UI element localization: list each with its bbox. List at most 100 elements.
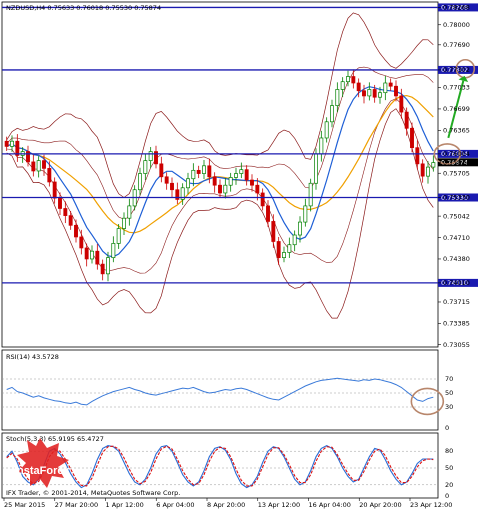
candle-body	[330, 105, 334, 123]
candle-body	[148, 151, 153, 161]
candle-body	[170, 182, 174, 191]
stoch-level-label: 80	[445, 447, 453, 455]
candle-body	[31, 161, 36, 172]
candle-body	[271, 221, 276, 242]
chart-background	[0, 0, 480, 510]
time-tick-label: 27 Mar 20:00	[55, 501, 98, 509]
price-tick-label: 0.75874	[443, 159, 470, 167]
candle-body	[79, 236, 84, 249]
price-tick-label: 0.75705	[443, 169, 470, 177]
price-tick-label: 0.74710	[443, 234, 470, 242]
candle-body	[63, 208, 68, 216]
candle-body	[335, 89, 340, 106]
rsi-level-label: 50	[445, 389, 453, 397]
candle-body	[250, 179, 254, 186]
time-tick-label: 23 Apr 12:00	[410, 501, 452, 509]
candle-body	[191, 169, 196, 180]
candle-body	[100, 263, 105, 275]
candle-body	[207, 165, 212, 178]
logo-text: InstaForex	[14, 465, 71, 477]
candle-body	[282, 252, 286, 259]
price-tick-label: 0.78000	[443, 21, 470, 29]
candle-body	[410, 127, 414, 149]
candle-body	[4, 140, 9, 147]
candle-body	[26, 151, 30, 163]
candle-body	[68, 215, 73, 226]
candle-body	[111, 243, 116, 259]
candle-body	[399, 95, 404, 113]
candle-body	[420, 163, 425, 177]
candle-body	[372, 89, 377, 98]
candle-body	[292, 234, 297, 246]
time-tick-label: 8 Apr 20:00	[207, 501, 245, 509]
price-tick-label: 0.74380	[443, 255, 470, 263]
candle-body	[378, 92, 382, 98]
candle-body	[138, 173, 142, 191]
candle-body	[116, 228, 121, 244]
price-tick-label: 0.73385	[443, 320, 470, 328]
candle-body	[388, 82, 393, 87]
stoch-level-label: 0	[445, 492, 449, 500]
candle-body	[346, 76, 350, 83]
candle-body	[106, 257, 110, 275]
rsi-level-label: 30	[445, 403, 453, 411]
symbol-header: NZDUSD,H4 0.75633 0.76018 0.75530 0.7587…	[6, 4, 161, 12]
rsi-level-label: 70	[445, 375, 453, 383]
price-tick-label: 0.74010	[443, 279, 470, 287]
price-tick-label: 0.75330	[443, 194, 470, 202]
candle-body	[356, 82, 361, 92]
candle-body	[308, 182, 313, 207]
candle-body	[244, 169, 249, 181]
candle-body	[36, 160, 41, 172]
candle-body	[324, 121, 329, 139]
forex-chart: 0.78268 0.77302 0.76004 0.75330 0.74010 0.758…	[0, 0, 480, 510]
time-tick-label: 25 Mar 2015	[4, 501, 45, 509]
stoch-label: Stoch(5,3,3) 65.9195 65.4727	[6, 435, 104, 443]
candle-body	[84, 247, 89, 260]
footer-copyright: IFX Trader, © 2001-2014, MetaQuotes Soft…	[6, 489, 180, 497]
time-tick-label: 20 Apr 20:00	[359, 501, 401, 509]
candle-body	[74, 224, 78, 238]
candle-body	[127, 205, 132, 219]
candle-body	[404, 111, 409, 129]
candle-body	[298, 221, 302, 236]
candle-body	[212, 176, 217, 186]
rsi-level-label: 0	[445, 424, 449, 432]
candle-body	[95, 250, 100, 265]
price-tick-label: 0.73055	[443, 341, 470, 349]
candle-body	[314, 153, 318, 184]
candle-body	[223, 184, 228, 194]
candle-body	[383, 82, 388, 94]
candle-body	[394, 85, 398, 97]
candle-body	[143, 160, 148, 174]
candle-body	[234, 173, 238, 178]
time-tick-label: 13 Apr 12:00	[258, 501, 300, 509]
price-tick-label: 0.77690	[443, 41, 470, 49]
candle-body	[202, 165, 206, 174]
price-tick-label: 0.76699	[443, 105, 470, 113]
candle-body	[159, 163, 164, 178]
candle-body	[218, 184, 222, 194]
candle-body	[90, 250, 94, 260]
candle-body	[58, 197, 62, 209]
price-tick-label: 0.78268	[443, 4, 470, 12]
candle-body	[287, 244, 292, 253]
candle-body	[260, 192, 265, 207]
candle-body	[426, 166, 430, 177]
price-tick-label: 0.77302	[443, 66, 470, 74]
candle-body	[42, 160, 46, 169]
candle-body	[239, 169, 244, 174]
time-tick-label: 16 Apr 04:00	[309, 501, 351, 509]
price-tick-label: 0.75042	[443, 212, 470, 220]
candle-body	[362, 90, 366, 97]
time-tick-label: 6 Apr 04:00	[156, 501, 194, 509]
stoch-level-label: 50	[445, 464, 453, 472]
time-tick-label: 1 Apr 12:00	[106, 501, 144, 509]
candle-body	[303, 205, 308, 223]
candle-body	[228, 177, 233, 186]
candle-body	[255, 184, 260, 194]
price-tick-label: 0.76004	[443, 150, 470, 158]
candle-body	[196, 169, 201, 174]
candle-body	[276, 241, 281, 259]
candle-body	[164, 176, 169, 184]
